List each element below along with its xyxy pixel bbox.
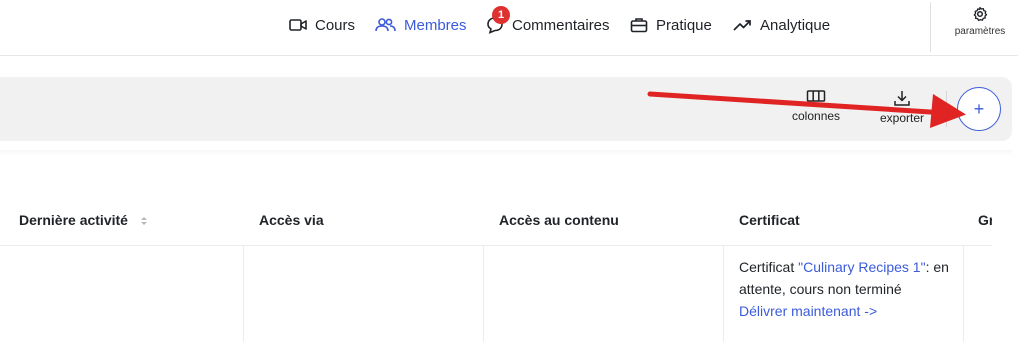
column-header-access-via: Accès via xyxy=(259,212,324,228)
add-member-button[interactable]: + xyxy=(957,87,1001,131)
column-divider xyxy=(483,246,484,342)
nav-item-pratique[interactable]: Pratique xyxy=(630,14,712,36)
nav-item-cours[interactable]: Cours xyxy=(289,14,355,36)
briefcase-icon xyxy=(630,18,648,33)
nav-label-cours: Cours xyxy=(315,16,356,34)
column-divider xyxy=(243,246,244,342)
nav-divider xyxy=(930,2,931,52)
nav-item-membres[interactable]: Membres xyxy=(375,14,467,36)
column-header-truncated: Gr xyxy=(978,212,992,228)
notification-badge: 1 xyxy=(492,6,510,24)
settings-label: paramètres xyxy=(954,26,1006,37)
toolbar-divider xyxy=(946,91,947,127)
settings-button[interactable]: paramètres xyxy=(942,6,1018,50)
trend-icon xyxy=(733,20,751,31)
download-icon xyxy=(894,91,910,106)
columns-icon xyxy=(806,90,826,102)
nav-item-analytique[interactable]: Analytique xyxy=(733,14,830,36)
nav-label-commentaires: Commentaires xyxy=(512,16,610,34)
column-header-content-access: Accès au contenu xyxy=(499,212,619,228)
certificate-cell: Certificat "Culinary Recipes 1": en atte… xyxy=(739,256,949,322)
header-divider xyxy=(0,245,992,246)
table-toolbar: colonnes exporter xyxy=(0,77,1012,141)
nav-label-membres: Membres xyxy=(404,16,467,34)
column-divider xyxy=(723,246,724,342)
certificate-prefix: Certificat xyxy=(739,259,799,275)
course-link[interactable]: "Culinary Recipes 1" xyxy=(798,259,925,275)
columns-button[interactable]: colonnes xyxy=(792,89,840,123)
header-label-last-activity: Dernière activité xyxy=(19,212,128,228)
column-header-last-activity[interactable]: Dernière activité xyxy=(19,212,148,228)
issue-now-link[interactable]: Délivrer maintenant -> xyxy=(739,303,877,319)
top-navigation: Cours Membres Commentaires 1 Pratique An… xyxy=(0,0,1018,56)
sort-icon[interactable] xyxy=(140,215,148,227)
users-icon xyxy=(375,18,396,32)
gear-icon xyxy=(973,6,988,22)
nav-label-analytique: Analytique xyxy=(760,16,831,34)
columns-label: colonnes xyxy=(792,109,841,123)
video-icon xyxy=(289,19,307,31)
members-table: Dernière activité Accès via Accès au con… xyxy=(0,156,1012,342)
export-button[interactable]: exporter xyxy=(880,89,924,125)
export-label: exporter xyxy=(880,111,925,125)
column-header-certificate: Certificat xyxy=(739,212,800,228)
nav-label-pratique: Pratique xyxy=(656,16,712,34)
column-divider xyxy=(963,246,964,342)
